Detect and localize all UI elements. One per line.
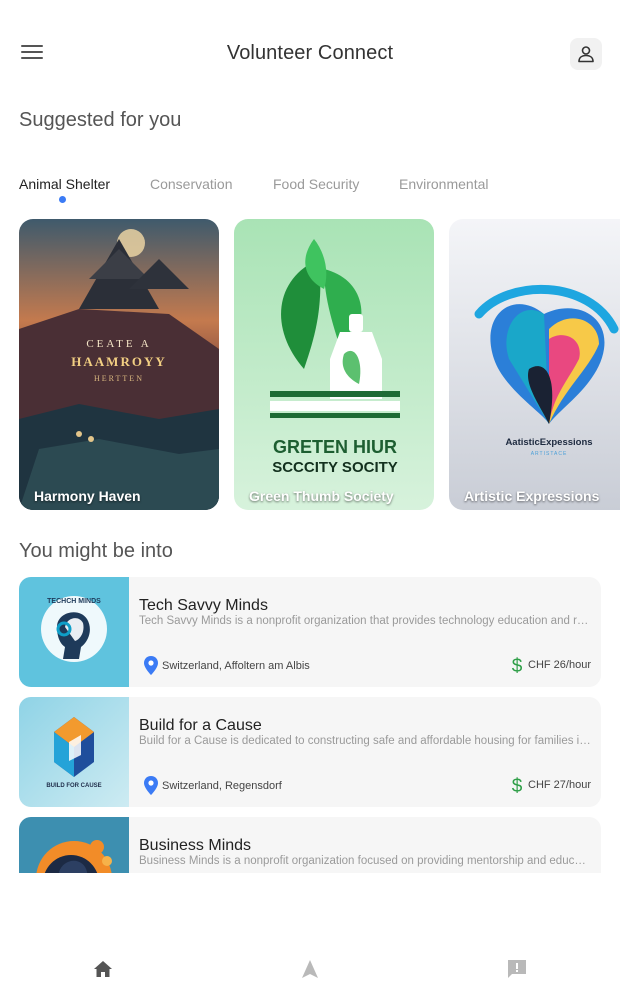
svg-text:$: $ <box>512 776 523 795</box>
nav-explore[interactable] <box>298 957 322 981</box>
art-text: SCCCITY SOCITY <box>272 459 398 476</box>
tab-food-security[interactable]: Food Security <box>273 176 359 192</box>
organization-logo: BUILD FOR CAUSE <box>19 697 129 807</box>
organization-name: Business Minds <box>139 837 252 854</box>
location-text: Switzerland, Regensdorf <box>162 779 282 792</box>
card-title: Artistic Expressions <box>464 488 600 504</box>
location: Switzerland, Affoltern am Albis <box>144 656 310 675</box>
location: Switzerland, Regensdorf <box>144 776 282 795</box>
location-pin-icon <box>144 656 158 675</box>
organization-description: Business Minds is a nonprofit organizati… <box>139 855 591 867</box>
app-title: Volunteer Connect <box>226 42 394 64</box>
artistic-expressions-artwork: AatisticExpessions ARTISTACE <box>449 219 620 510</box>
organization-name: Build for a Cause <box>139 717 262 734</box>
organization-description: Tech Savvy Minds is a nonprofit organiza… <box>139 615 591 627</box>
dollar-icon: $ <box>512 776 523 795</box>
active-tab-indicator <box>59 196 66 203</box>
art-text: HAAMROYY <box>71 354 166 369</box>
recommended-list[interactable]: TECHCH MINDS Tech Savvy Minds Tech Savvy… <box>19 577 601 873</box>
tab-conservation[interactable]: Conservation <box>150 176 233 192</box>
card-title: Green Thumb Society <box>249 488 394 504</box>
hourly-rate: $ CHF 26/hour <box>511 655 591 675</box>
art-text: CEATE A <box>86 338 151 350</box>
dollar-icon: $ <box>512 656 523 675</box>
tab-environmental[interactable]: Environmental <box>399 176 489 192</box>
suggestion-card[interactable]: GRETEN HIUR SCCCITY SOCITY Green Thumb S… <box>234 219 434 510</box>
nav-home[interactable] <box>91 957 115 981</box>
art-text: HERTTEN <box>94 374 144 383</box>
harmony-haven-artwork: CEATE A HAAMROYY HERTTEN <box>19 219 219 510</box>
navigation-arrow-icon <box>302 960 318 978</box>
bottom-navigation <box>0 935 620 995</box>
section-title-recommended: You might be into <box>19 540 173 562</box>
person-icon <box>578 46 594 63</box>
rate-text: CHF 27/hour <box>528 779 591 791</box>
list-item[interactable]: Business Minds Business Minds is a nonpr… <box>19 817 601 873</box>
logo-text: TECHCH MINDS <box>47 598 101 605</box>
home-icon <box>94 961 112 977</box>
location-text: Switzerland, Affoltern am Albis <box>162 659 310 672</box>
rate-text: CHF 26/hour <box>528 659 591 671</box>
suggested-carousel[interactable]: CEATE A HAAMROYY HERTTEN Harmony Haven G… <box>19 219 620 510</box>
card-title: Harmony Haven <box>34 488 141 504</box>
svg-text:$: $ <box>512 656 523 675</box>
organization-description: Build for a Cause is dedicated to constr… <box>139 735 591 747</box>
list-item[interactable]: TECHCH MINDS Tech Savvy Minds Tech Savvy… <box>19 577 601 687</box>
green-thumb-artwork: GRETEN HIUR SCCCITY SOCITY <box>234 219 434 510</box>
suggestion-card[interactable]: AatisticExpessions ARTISTACE Artistic Ex… <box>449 219 620 510</box>
list-item[interactable]: BUILD FOR CAUSE Build for a Cause Build … <box>19 697 601 807</box>
organization-logo: TECHCH MINDS <box>19 577 129 687</box>
suggestion-card[interactable]: CEATE A HAAMROYY HERTTEN Harmony Haven <box>19 219 219 510</box>
organization-name: Tech Savvy Minds <box>139 597 268 614</box>
organization-logo <box>19 817 129 873</box>
logo-text: BUILD FOR CAUSE <box>46 783 101 789</box>
tab-animal-shelter[interactable]: Animal Shelter <box>19 176 110 192</box>
art-text: GRETEN HIUR <box>273 437 397 457</box>
section-title-suggested: Suggested for you <box>19 109 182 131</box>
profile-button[interactable] <box>570 38 602 70</box>
feedback-icon <box>508 960 526 978</box>
location-pin-icon <box>144 776 158 795</box>
hourly-rate: $ CHF 27/hour <box>511 775 591 795</box>
nav-feedback[interactable] <box>505 957 529 981</box>
art-text: AatisticExpessions <box>505 437 592 448</box>
art-text: ARTISTACE <box>531 451 568 457</box>
app-bar: Volunteer Connect <box>0 0 620 110</box>
